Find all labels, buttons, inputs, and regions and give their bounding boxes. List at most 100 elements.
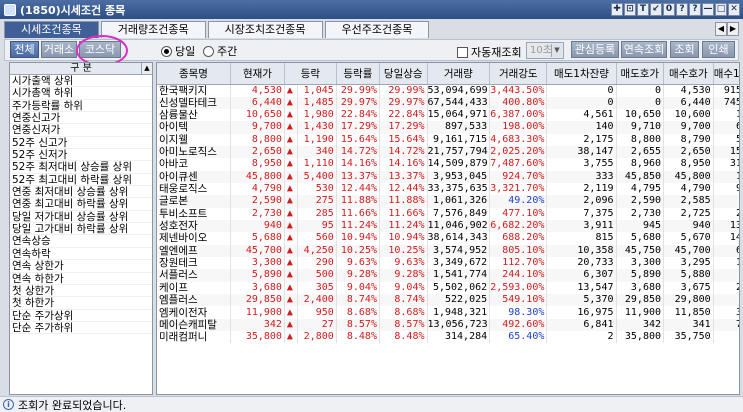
- tab-price-condition[interactable]: 시세조건종목: [4, 21, 99, 38]
- table-row[interactable]: 이지웰 8,800 ▲ 1,190 15.64% 15.64% 9,161,715 4,683…: [157, 133, 739, 146]
- condition-item[interactable]: 첫 하한가: [10, 297, 152, 310]
- cell-change-rate: 29.97%: [336, 96, 380, 109]
- condition-item[interactable]: 시가출액 상위: [10, 75, 152, 88]
- col-change[interactable]: 등락: [284, 63, 337, 85]
- tab-left-arrow-icon[interactable]: ◀: [715, 22, 727, 36]
- col-bid-price[interactable]: 매수호가: [663, 63, 714, 85]
- close-icon[interactable]: ✕: [728, 3, 740, 16]
- table-row[interactable]: 태웅로직스 4,790 ▲ 530 12.44% 12.44% 33,375,635 3,32…: [157, 182, 739, 196]
- condition-item[interactable]: 연중 최고대비 하락률 상위: [10, 198, 152, 211]
- print-button[interactable]: 인쇄: [702, 41, 735, 58]
- col-bid-qty[interactable]: 매수1차잔: [713, 63, 739, 85]
- continuous-query-button[interactable]: 연속조회: [621, 41, 667, 58]
- cell-daily-rise: 9.04%: [379, 281, 428, 294]
- col-ask-price[interactable]: 매도호가: [616, 63, 665, 85]
- tab-volume-condition[interactable]: 거래량조건종목: [100, 21, 206, 38]
- condition-item[interactable]: 시가총액 하위: [10, 87, 152, 100]
- condition-item[interactable]: 당일 고가대비 하락률 상위: [10, 223, 152, 236]
- table-row[interactable]: 미래컴퍼니 35,800 ▲ 2,800 8.48% 8.48% 314,284 65.40%…: [157, 331, 739, 344]
- scroll-up-icon[interactable]: ▲: [141, 63, 152, 74]
- col-price[interactable]: 현재가: [230, 63, 285, 85]
- table-row[interactable]: 투비소프트 2,730 ▲ 285 11.66% 11.66% 7,576,849 477.1…: [157, 207, 739, 220]
- market-all-button[interactable]: 전체: [10, 41, 39, 58]
- condition-item[interactable]: 연중신저가: [10, 124, 152, 137]
- col-change-rate[interactable]: 등락률: [336, 63, 380, 85]
- add-interest-button[interactable]: 관심등록: [571, 41, 619, 58]
- condition-item[interactable]: 연속상승: [10, 235, 152, 248]
- cell-volume-strength: 400.80%: [489, 96, 548, 109]
- table-row[interactable]: 엘엔에프 45,700 ▲ 4,250 10.25% 10.25% 3,574,952 805…: [157, 244, 739, 257]
- table-row[interactable]: 서플러스 5,890 ▲ 500 9.28% 9.28% 1,541,774 244.10% 6…: [157, 269, 739, 282]
- table-row[interactable]: 장원테크 3,300 ▲ 290 9.63% 9.63% 3,349,672 112.70% 2…: [157, 256, 739, 270]
- radio-weekly[interactable]: 주간: [203, 43, 237, 59]
- query-button[interactable]: 조회: [670, 41, 699, 58]
- text-icon[interactable]: T: [637, 3, 649, 16]
- table-row[interactable]: 아미노로직스 2,650 ▲ 340 14.72% 14.72% 21,757,794 2,0…: [157, 145, 739, 159]
- maximize-icon[interactable]: □: [715, 3, 727, 16]
- tab-bar: 시세조건종목 거래량조건종목 시장조치조건종목 우선주조건종목: [4, 21, 431, 38]
- market-kospi-button[interactable]: 거래소: [41, 41, 77, 58]
- cell-change: 2,400: [297, 294, 337, 307]
- table-row[interactable]: 글로본 2,590 ▲ 275 11.88% 11.88% 1,061,326 49.20% 2…: [157, 195, 739, 208]
- cell-volume: 15,064,971: [427, 108, 491, 122]
- up-arrow-icon: ▲: [284, 84, 298, 97]
- table-row[interactable]: 한국팩키지 4,530 ▲ 1,045 29.99% 29.99% 53,094,699 3,…: [157, 84, 739, 97]
- condition-item[interactable]: 연속 하한가: [10, 273, 152, 285]
- condition-item[interactable]: 당일 저가대비 상승률 상위: [10, 211, 152, 224]
- cell-volume: 7,576,849: [427, 207, 491, 220]
- table-row[interactable]: 삼륭물산 10,650 ▲ 1,980 22.84% 22.84% 15,064,971 6,…: [157, 108, 739, 122]
- condition-item[interactable]: 주가등락률 하위: [10, 100, 152, 113]
- condition-item[interactable]: 연속 상한가: [10, 260, 152, 273]
- col-volume[interactable]: 거래량: [427, 63, 491, 85]
- cell-volume: 14,509,879: [427, 158, 491, 171]
- col-name[interactable]: 종목명: [157, 63, 231, 85]
- link-icon[interactable]: ↙: [650, 3, 662, 16]
- col-daily-rise[interactable]: 당일상승: [379, 63, 428, 85]
- add-icon[interactable]: ✚: [611, 3, 623, 16]
- screen-icon[interactable]: ⊡: [624, 3, 636, 16]
- refresh-interval-select[interactable]: ▼ 10초: [526, 42, 564, 59]
- condition-item[interactable]: 연중 최저대비 상승률 상위: [10, 186, 152, 199]
- condition-item[interactable]: 연속하락: [10, 248, 152, 261]
- tab-right-arrow-icon[interactable]: ▶: [727, 22, 739, 36]
- table-row[interactable]: 아이텍 9,700 ▲ 1,430 17.29% 17.29% 897,533 198.00%…: [157, 121, 739, 134]
- table-row[interactable]: 아이큐센 45,800 ▲ 5,400 13.37% 13.37% 3,953,045 924…: [157, 170, 739, 183]
- cell-name: 아미노로직스: [157, 145, 231, 159]
- condition-item[interactable]: 첫 상한가: [10, 285, 152, 298]
- cell-daily-rise: 14.72%: [379, 145, 428, 159]
- stock-grid: 종목명 현재가 등락 등락률 당일상승 거래량 거래강도 매도1차잔량 매도호가…: [156, 62, 740, 395]
- cell-change: 290: [297, 256, 337, 270]
- table-row[interactable]: 신성델타테크 6,440 ▲ 1,485 29.97% 29.97% 67,544,433 4…: [157, 96, 739, 109]
- table-row[interactable]: 케이프 3,680 ▲ 305 9.04% 9.04% 5,502,062 2,593.00%…: [157, 281, 739, 294]
- condition-item[interactable]: 단순 주가하위: [10, 322, 152, 335]
- cell-volume-strength: 198.00%: [489, 121, 548, 134]
- condition-item[interactable]: 52주 최고대비 하락률 상위: [10, 174, 152, 187]
- table-row[interactable]: 제넨바이오 5,680 ▲ 560 10.94% 10.94% 38,614,343 688.…: [157, 232, 739, 245]
- radio-daily[interactable]: 당일: [161, 43, 195, 59]
- minimize-icon[interactable]: —: [702, 3, 714, 16]
- condition-item[interactable]: 단순 주가상위: [10, 310, 152, 322]
- tab-preferred-stock[interactable]: 우선주조건종목: [324, 21, 430, 38]
- table-row[interactable]: 성호전자 940 ▲ 95 11.24% 11.24% 11,046,902 6,682.20…: [157, 219, 739, 233]
- title-bar: (1850)시세조건 종목 ✚ ⊡ T ↙ 0 ? ? — □ ✕: [0, 0, 743, 19]
- tab-market-action[interactable]: 시장조치조건종목: [207, 21, 323, 38]
- col-ask-qty[interactable]: 매도1차잔량: [546, 63, 617, 85]
- table-row[interactable]: 엠케이전자 11,900 ▲ 950 8.68% 8.68% 1,948,321 98.30%…: [157, 306, 739, 319]
- number-icon[interactable]: 0: [663, 3, 675, 16]
- cell-ask-qty: 16,975: [546, 306, 617, 319]
- condition-item[interactable]: 52주 신고가: [10, 137, 152, 150]
- condition-item[interactable]: 연중신고가: [10, 112, 152, 125]
- table-row[interactable]: 메이슨캐피탈 342 ▲ 27 8.57% 8.57% 13,056,723 492.60% 6…: [157, 318, 739, 332]
- auto-refresh-checkbox[interactable]: 자동재조회: [457, 44, 522, 60]
- cell-ask-price: 342: [616, 318, 665, 332]
- cell-daily-rise: 8.74%: [379, 294, 428, 307]
- table-row[interactable]: 엠플러스 29,850 ▲ 2,400 8.74% 8.74% 522,025 549.10%…: [157, 294, 739, 307]
- cell-change-rate: 8.57%: [336, 318, 380, 332]
- condition-item[interactable]: 52주 최저대비 상승률 상위: [10, 161, 152, 174]
- info-icon[interactable]: ?: [689, 3, 701, 16]
- cell-ask-qty: 4,561: [546, 108, 617, 122]
- col-volume-strength[interactable]: 거래강도: [489, 63, 548, 85]
- table-row[interactable]: 아바코 8,950 ▲ 1,110 14.16% 14.16% 14,509,879 7,48…: [157, 158, 739, 171]
- condition-item[interactable]: 52주 신저가: [10, 149, 152, 162]
- help-icon[interactable]: ?: [676, 3, 688, 16]
